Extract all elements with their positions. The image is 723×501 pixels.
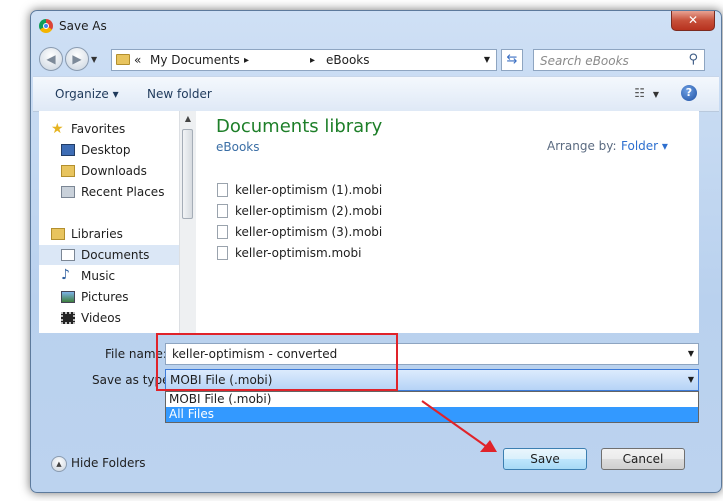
annotation-arrow: [421, 400, 497, 452]
